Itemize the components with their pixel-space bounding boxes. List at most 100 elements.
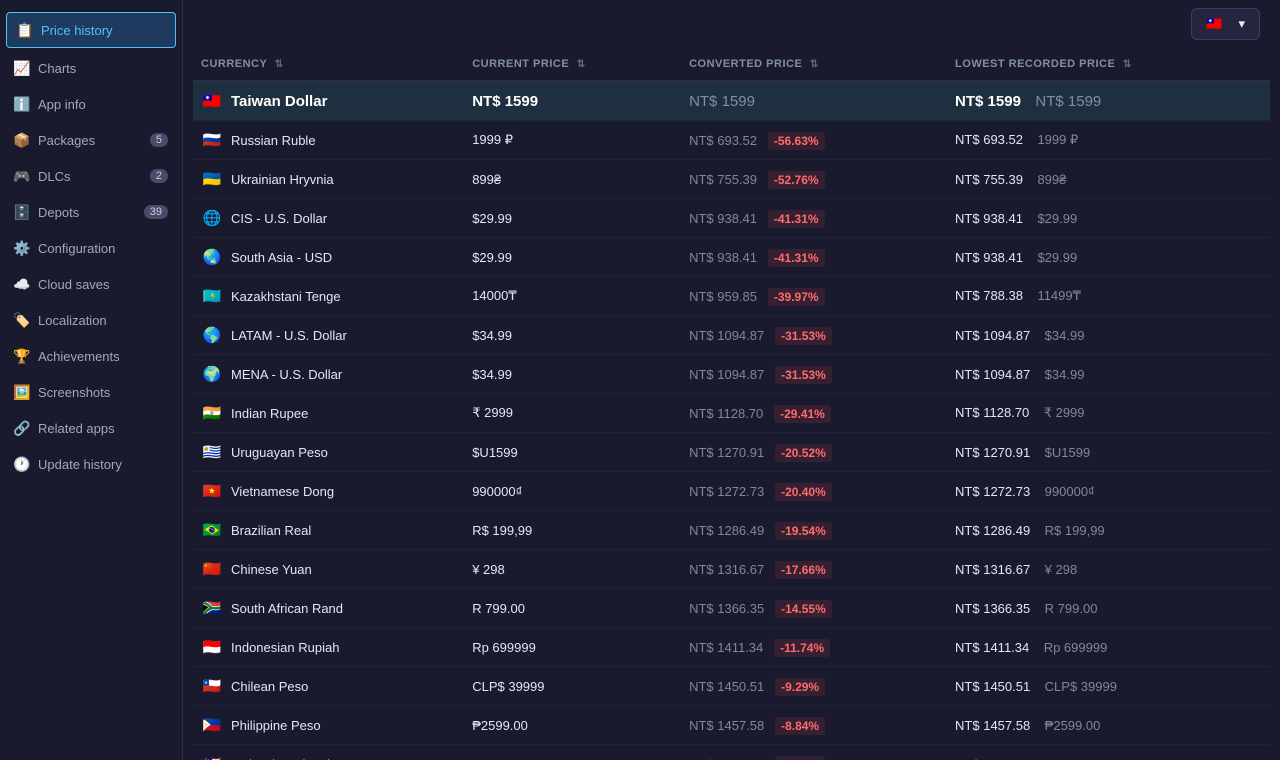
price-value-10: R$ 199,99 — [472, 523, 532, 538]
lowest-price-value-11: ¥ 298 — [1045, 562, 1078, 577]
sidebar-item-packages[interactable]: 📦Packages5 — [0, 122, 182, 158]
localization-icon: 🏷️ — [14, 312, 30, 328]
lowest-current-11: NT$ 1316.67 — [955, 562, 1030, 577]
current-price-cell-12: R 799.00 — [464, 589, 681, 628]
sidebar-item-label-depots: Depots — [38, 205, 79, 220]
lowest-price-cell-5: NT$ 1094.87 $34.99 — [947, 316, 1270, 355]
lowest-price-cell-8: NT$ 1270.91 $U1599 — [947, 433, 1270, 472]
lowest-price-cell-12: NT$ 1366.35 R 799.00 — [947, 589, 1270, 628]
price-value-14: CLP$ 39999 — [472, 679, 544, 694]
converted-value-4: NT$ 959.85 — [689, 289, 757, 304]
sidebar-item-achievements[interactable]: 🏆Achievements — [0, 338, 182, 374]
price-value-11: ¥ 298 — [472, 562, 505, 577]
flag-1: 🇺🇦 — [201, 168, 223, 190]
pct-change-6: -31.53% — [775, 366, 832, 384]
converted-price-cell-2: NT$ 938.41 -41.31% — [681, 199, 947, 238]
price-value-7: ₹ 2999 — [472, 405, 513, 420]
sidebar-item-label-cloud-saves: Cloud saves — [38, 277, 110, 292]
lowest-price-value-2: $29.99 — [1037, 211, 1077, 226]
lowest-price-value-3: $29.99 — [1037, 250, 1077, 265]
price-history-icon: 📋 — [17, 22, 33, 38]
price-value-3: $29.99 — [472, 250, 512, 265]
lowest-price-cell-0: NT$ 693.52 1999 ₽ — [947, 121, 1270, 160]
sidebar-item-dlcs[interactable]: 🎮DLCs2 — [0, 158, 182, 194]
sidebar-item-cloud-saves[interactable]: ☁️Cloud saves — [0, 266, 182, 302]
sort-icon-converted-price: ⇅ — [810, 59, 819, 70]
lowest-price-cell-6: NT$ 1094.87 $34.99 — [947, 355, 1270, 394]
col-lowest-price[interactable]: LOWEST RECORDED PRICE ⇅ — [947, 48, 1270, 81]
table-row: 🇵🇭 Philippine Peso ₱2599.00 NT$ 1457.58 … — [193, 706, 1270, 745]
col-current-price[interactable]: CURRENT PRICE ⇅ — [464, 48, 681, 81]
table-row: 🌍 MENA - U.S. Dollar $34.99 NT$ 1094.87 … — [193, 355, 1270, 394]
currency-flag-icon: 🇹🇼 — [1206, 16, 1222, 32]
lowest-price-cell-4: NT$ 788.38 11499₸ — [947, 277, 1270, 316]
lowest-price-value-1: 899₴ — [1037, 172, 1066, 187]
table-row: 🇷🇺 Russian Ruble 1999 ₽ NT$ 693.52 -56.6… — [193, 121, 1270, 160]
table-row: 🌎 LATAM - U.S. Dollar $34.99 NT$ 1094.87… — [193, 316, 1270, 355]
pct-change-16: -7.99% — [775, 756, 825, 760]
lowest-price-value-10: R$ 199,99 — [1045, 523, 1105, 538]
converted-value-0: NT$ 693.52 — [689, 133, 757, 148]
sidebar-item-depots[interactable]: 🗄️Depots39 — [0, 194, 182, 230]
set-currency-button[interactable]: 🇹🇼 ▾ — [1191, 8, 1260, 40]
currency-cell-3: 🌏 South Asia - USD — [193, 238, 464, 277]
pct-change-1: -52.76% — [768, 171, 825, 189]
table-row: 🇿🇦 South African Rand R 799.00 NT$ 1366.… — [193, 589, 1270, 628]
lowest-current-0: NT$ 693.52 — [955, 132, 1023, 147]
highlighted-row: 🇹🇼 Taiwan Dollar NT$ 1599 NT$ 1599 NT$ 1… — [193, 81, 1270, 121]
sidebar-item-screenshots[interactable]: 🖼️ Screenshots — [0, 374, 182, 410]
sidebar-item-localization[interactable]: 🏷️Localization — [0, 302, 182, 338]
sidebar-item-label-screenshots: Screenshots — [38, 385, 110, 400]
sidebar-item-charts[interactable]: 📈Charts — [0, 50, 182, 86]
badge-packages: 5 — [150, 133, 168, 147]
screenshots-icon: 🖼️ — [14, 384, 30, 400]
currency-name-4: Kazakhstani Tenge — [231, 289, 341, 304]
sidebar-item-label-achievements: Achievements — [38, 349, 120, 364]
price-value-12: R 799.00 — [472, 601, 525, 616]
sidebar-item-price-history[interactable]: 📋Price history — [6, 12, 176, 48]
currency-name-3: South Asia - USD — [231, 250, 332, 265]
currency-name-0: Russian Ruble — [231, 133, 316, 148]
sidebar-item-configuration[interactable]: ⚙️Configuration — [0, 230, 182, 266]
sidebar-item-related-apps[interactable]: 🔗Related apps — [0, 410, 182, 446]
converted-value-3: NT$ 938.41 — [689, 250, 757, 265]
currency-cell-0: 🇷🇺 Russian Ruble — [193, 121, 464, 160]
col-currency-label: CURRENCY — [201, 58, 267, 70]
table-row: 🇨🇳 Chinese Yuan ¥ 298 NT$ 1316.67 -17.66… — [193, 550, 1270, 589]
price-table-container[interactable]: CURRENCY ⇅ CURRENT PRICE ⇅ CONVERTED PRI… — [183, 48, 1280, 760]
current-price-cell-1: 899₴ — [464, 160, 681, 199]
converted-price-cell-15: NT$ 1457.58 -8.84% — [681, 706, 947, 745]
sidebar-item-label-app-info: App info — [38, 97, 86, 112]
lowest-current-15: NT$ 1457.58 — [955, 718, 1030, 733]
flag-13: 🇮🇩 — [201, 636, 223, 658]
currency-name-14: Chilean Peso — [231, 679, 308, 694]
price-value-4: 14000₸ — [472, 288, 516, 303]
lowest-price-value-15: ₱2599.00 — [1045, 718, 1101, 733]
pct-change-14: -9.29% — [775, 678, 825, 696]
price-value-1: 899₴ — [472, 172, 501, 187]
lowest-current-16: NT$ 1471.17 — [955, 757, 1030, 760]
hl-current-price: NT$ 1599 — [464, 81, 681, 121]
flag-12: 🇿🇦 — [201, 597, 223, 619]
converted-value-13: NT$ 1411.34 — [689, 640, 763, 655]
lowest-price-value-16: RM219.00 — [1045, 757, 1105, 760]
currency-cell-10: 🇧🇷 Brazilian Real — [193, 511, 464, 550]
price-value-2: $29.99 — [472, 211, 512, 226]
col-converted-price[interactable]: CONVERTED PRICE ⇅ — [681, 48, 947, 81]
lowest-price-cell-7: NT$ 1128.70 ₹ 2999 — [947, 394, 1270, 433]
hl-flag: 🇹🇼 — [201, 90, 223, 112]
table-row: 🇮🇳 Indian Rupee ₹ 2999 NT$ 1128.70 -29.4… — [193, 394, 1270, 433]
currency-cell-5: 🌎 LATAM - U.S. Dollar — [193, 316, 464, 355]
lowest-price-cell-1: NT$ 755.39 899₴ — [947, 160, 1270, 199]
sidebar-item-app-info[interactable]: ℹ️App info — [0, 86, 182, 122]
update-history-icon: 🕐 — [14, 456, 30, 472]
converted-price-cell-7: NT$ 1128.70 -29.41% — [681, 394, 947, 433]
pct-change-7: -29.41% — [774, 405, 831, 423]
table-header-row: CURRENCY ⇅ CURRENT PRICE ⇅ CONVERTED PRI… — [193, 48, 1270, 81]
chevron-down-icon: ▾ — [1238, 16, 1245, 32]
lowest-price-value-12: R 799.00 — [1045, 601, 1098, 616]
col-currency[interactable]: CURRENCY ⇅ — [193, 48, 464, 81]
lowest-price-value-0: 1999 ₽ — [1037, 132, 1078, 147]
lowest-current-9: NT$ 1272.73 — [955, 484, 1030, 499]
sidebar-item-update-history[interactable]: 🕐Update history — [0, 446, 182, 482]
